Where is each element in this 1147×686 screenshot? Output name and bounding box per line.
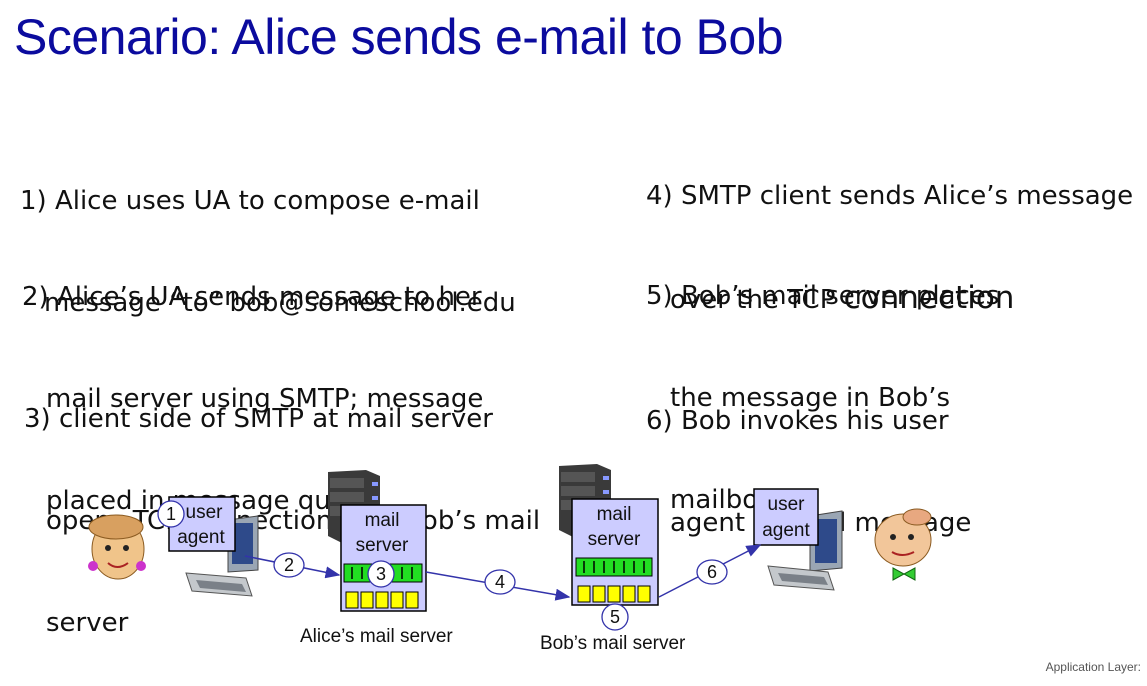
svg-text:2: 2 (284, 555, 294, 575)
bob-mailboxes (577, 585, 651, 603)
bob-server-line-2: server (588, 529, 641, 550)
marker-6: 6 (696, 559, 728, 585)
marker-3: 3 (367, 560, 395, 588)
bob-ua-line-1: user (768, 494, 806, 515)
bob-ua-line-2: agent (762, 520, 810, 541)
svg-text:3: 3 (376, 564, 386, 584)
alice-ua-line-2: agent (177, 527, 225, 548)
bob-message-queue (575, 557, 653, 577)
svg-text:5: 5 (610, 607, 620, 627)
marker-4: 4 (484, 569, 516, 595)
alice-person-icon (88, 514, 146, 580)
marker-2: 2 (273, 552, 305, 578)
bob-user-agent: user agent (753, 488, 819, 546)
alice-mailboxes (345, 591, 419, 609)
svg-text:1: 1 (166, 504, 176, 524)
marker-1: 1 (157, 500, 185, 528)
alice-mail-server: mail server (340, 504, 427, 612)
alice-server-line-1: mail (365, 510, 400, 531)
bob-server-line-1: mail (597, 504, 632, 525)
bob-person-icon (874, 508, 932, 581)
marker-5: 5 (601, 603, 629, 631)
bob-mail-server: mail server (571, 498, 659, 606)
slide-footer: Application Layer: (1045, 660, 1141, 674)
alice-ua-line-1: user (186, 502, 224, 523)
svg-text:6: 6 (707, 562, 717, 582)
alice-server-line-2: server (356, 535, 409, 556)
email-flow-diagram: user agent mail server mail server user … (88, 464, 932, 631)
bob-server-caption: Bob’s mail server (540, 633, 686, 654)
svg-text:4: 4 (495, 572, 505, 592)
alice-server-caption: Alice’s mail server (300, 626, 453, 647)
